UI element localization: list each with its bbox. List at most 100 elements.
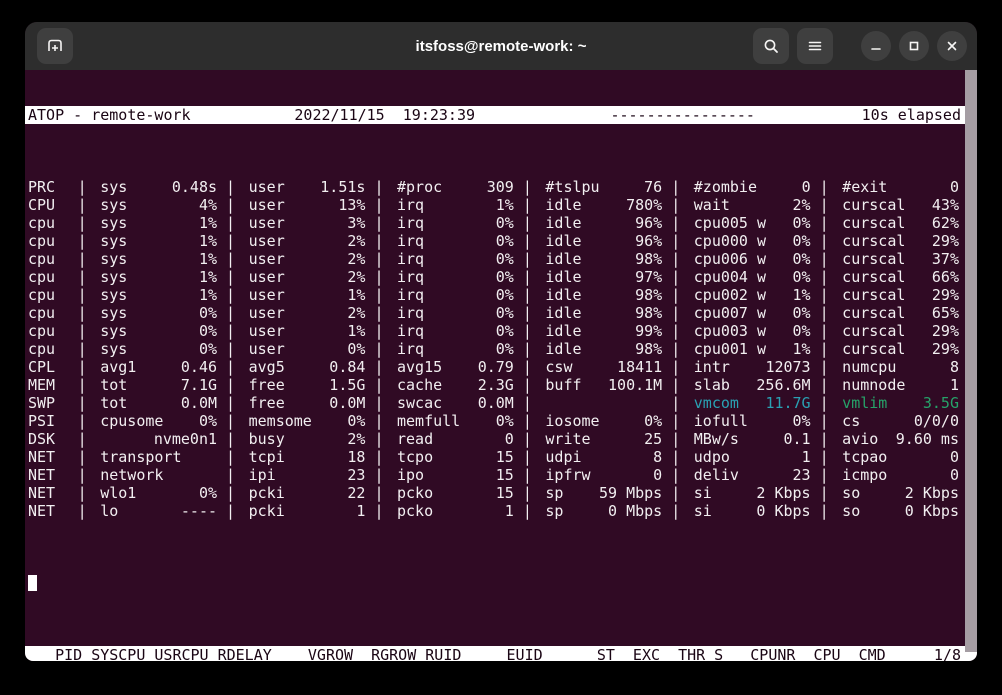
stat-cell: | irq 0% (374, 322, 522, 340)
stat-value: 0% (347, 340, 366, 358)
separator: | (671, 430, 681, 448)
stat-cell: | curscal 29% (820, 340, 968, 358)
stat-label: CPU (28, 196, 56, 214)
separator: | (819, 322, 829, 340)
stat-value: 15 (495, 466, 514, 484)
stat-key: lo (100, 502, 119, 520)
stat-key: idle (545, 340, 582, 358)
separator: | (671, 466, 681, 484)
minimize-button[interactable] (861, 31, 891, 61)
stat-value: 309 (486, 178, 514, 196)
stat-cell: | sys 0% (78, 340, 226, 358)
stat-key: udpi (545, 448, 582, 466)
menu-button[interactable] (797, 28, 833, 64)
stat-value: 7.1G (180, 376, 218, 394)
stat-value: 96% (635, 214, 663, 232)
stat-cell: | idle 99% (523, 322, 671, 340)
atop-separator: ---------------- (610, 106, 755, 124)
stat-cell: | sys 0% (78, 304, 226, 322)
separator: | (671, 178, 681, 196)
stat-key: wlo1 (100, 484, 137, 502)
separator: | (77, 484, 87, 502)
separator: | (671, 232, 681, 250)
stat-cell: | idle 96% (523, 214, 671, 232)
stat-cell: | sys 1% (78, 214, 226, 232)
stat-key: so (842, 502, 861, 520)
column-header-rdelay: RDELAY (217, 646, 272, 661)
stat-cell: | wait 2% (671, 196, 819, 214)
stat-label: CPL (28, 358, 56, 376)
stat-cell: | tcpi 18 (226, 448, 374, 466)
stat-cell: | sp 0 Mbps (523, 502, 671, 520)
separator: | (374, 268, 384, 286)
separator: | (671, 268, 681, 286)
stat-cell: | irq 0% (374, 250, 522, 268)
stat-key: cpu006 w (693, 250, 767, 268)
close-button[interactable] (937, 31, 967, 61)
stat-key: network (100, 466, 164, 484)
separator: | (77, 196, 87, 214)
stat-value: 15 (495, 448, 514, 466)
separator: | (226, 340, 236, 358)
separator: | (522, 376, 532, 394)
stat-key: curscal (842, 232, 906, 250)
terminal-scrollbar[interactable] (965, 70, 977, 652)
stat-key: sp (545, 502, 564, 520)
separator: | (522, 214, 532, 232)
stat-key: irq (397, 268, 425, 286)
stat-line: CPU | sys 4% | user 13% | irq 1% | idle 780% | wait 2% |… (25, 196, 977, 214)
stat-cell: | curscal 66% (820, 268, 968, 286)
separator: | (77, 322, 87, 340)
titlebar[interactable]: itsfoss@remote-work: ~ (25, 22, 977, 70)
stat-value: 1% (792, 286, 811, 304)
stat-cell: | cache 2.3G (374, 376, 522, 394)
search-button[interactable] (753, 28, 789, 64)
stat-cell: | irq 0% (374, 268, 522, 286)
separator: | (77, 412, 87, 430)
separator: | (374, 376, 384, 394)
stat-cell: | pcko 1 (374, 502, 522, 520)
stat-cell: | irq 0% (374, 304, 522, 322)
separator: | (374, 448, 384, 466)
separator: | (522, 286, 532, 304)
stat-key: user (248, 304, 285, 322)
stat-value: 1 (949, 376, 959, 394)
stat-key: slab (693, 376, 730, 394)
stat-cell: | iofull 0% (671, 412, 819, 430)
stat-cell: | sys 1% (78, 250, 226, 268)
stat-cell: | user 2% (226, 250, 374, 268)
stat-value: 1 (801, 448, 811, 466)
terminal-screen[interactable]: ATOP - remote-work 2022/11/15 19:23:39 ---… (25, 70, 977, 661)
stat-cell: | idle 97% (523, 268, 671, 286)
stat-line: NET | wlo1 0% | pcki 22 | pcko 15 | sp 59 Mbps | si 2 K… (25, 484, 977, 502)
stat-line: CPL | avg1 0.46 | avg5 0.84 | avg15 0.79 | csw 18411… (25, 358, 977, 376)
stat-cell: | curscal 29% (820, 322, 968, 340)
stat-cell: | busy 2% (226, 430, 374, 448)
new-tab-button[interactable] (37, 28, 73, 64)
column-header-pid: PID (55, 646, 83, 661)
maximize-button[interactable] (899, 31, 929, 61)
stat-cell: | user 3% (226, 214, 374, 232)
stat-cell: | sys 4% (78, 196, 226, 214)
stat-cell: | curscal 29% (820, 286, 968, 304)
stat-value: ---- (180, 502, 218, 520)
stat-value: 13% (338, 196, 366, 214)
stat-key: free (248, 376, 285, 394)
separator: | (77, 304, 87, 322)
stat-label: NET (28, 448, 56, 466)
stat-cell: | iosome 0% (523, 412, 671, 430)
stat-value: 29% (931, 322, 959, 340)
separator: | (522, 394, 532, 412)
stat-cell: | avg15 0.79 (374, 358, 522, 376)
separator: | (226, 412, 236, 430)
stat-key: read (397, 430, 434, 448)
stat-key: irq (397, 250, 425, 268)
stat-key: irq (397, 196, 425, 214)
stat-cell: | free 0.0M (226, 394, 374, 412)
stat-cell: | irq 0% (374, 232, 522, 250)
stat-value: 0 (801, 178, 811, 196)
stat-label: NET (28, 466, 56, 484)
stat-cell: | sys 0.48s (78, 178, 226, 196)
separator: | (522, 250, 532, 268)
stat-value: 15 (495, 484, 514, 502)
